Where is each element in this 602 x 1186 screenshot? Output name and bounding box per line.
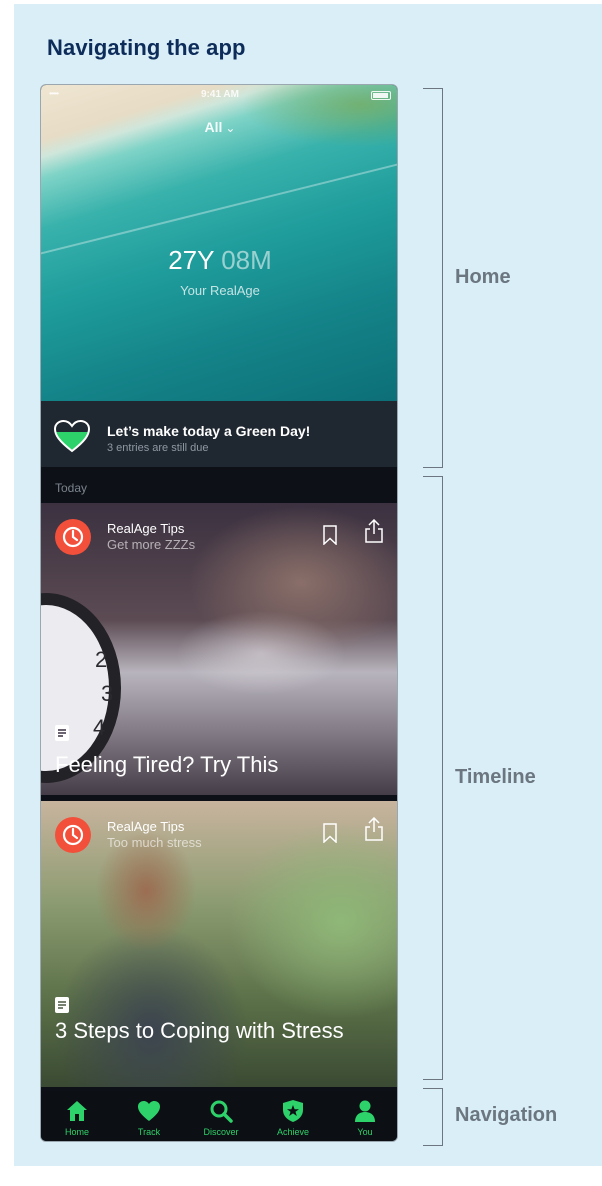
- real-age-hero[interactable]: ••••• 9:41 AM All ⌄ 27Y 08M Your RealAge: [41, 85, 397, 401]
- filter-dropdown[interactable]: All ⌄: [41, 119, 397, 135]
- tab-label: You: [357, 1127, 373, 1137]
- real-age-years: 27Y: [168, 245, 214, 275]
- article-icon: [55, 997, 69, 1013]
- tab-discover[interactable]: Discover: [185, 1091, 257, 1141]
- share-icon[interactable]: [364, 817, 384, 841]
- bookmark-icon[interactable]: [322, 525, 338, 545]
- timeline-section-label: Today: [55, 481, 88, 495]
- green-heart-icon: [53, 419, 91, 453]
- timeline-card[interactable]: 2 3 4 RealAge Tips Get more ZZZs Feeling…: [41, 503, 397, 795]
- timeline-annotation: Timeline: [455, 766, 536, 788]
- green-day-title: Let’s make today a Green Day!: [107, 423, 311, 439]
- navigation-annotation: Navigation: [455, 1104, 558, 1126]
- tab-label: Track: [137, 1127, 161, 1137]
- person-icon: [355, 1100, 375, 1122]
- clock-icon: [62, 526, 84, 548]
- realage-tips-badge: [55, 519, 91, 555]
- article-icon: [55, 725, 69, 741]
- tab-achieve[interactable]: Achieve: [257, 1091, 329, 1141]
- page-title: Navigating the app: [47, 35, 246, 60]
- filter-label: All: [204, 119, 223, 135]
- real-age-label: Your RealAge: [180, 283, 260, 298]
- card-subtitle: Get more ZZZs: [107, 537, 196, 552]
- home-annotation: Home: [455, 266, 511, 288]
- chevron-down-icon: ⌄: [225, 121, 236, 135]
- timeline-card[interactable]: RealAge Tips Too much stress 3 Steps to …: [41, 801, 397, 1087]
- heart-icon: [138, 1101, 160, 1121]
- green-day-subtitle: 3 entries are still due: [107, 442, 209, 454]
- bookmark-icon[interactable]: [322, 823, 338, 843]
- phone-screenshot: ••••• 9:41 AM All ⌄ 27Y 08M Your RealAge …: [40, 84, 398, 1142]
- battery-icon: [371, 91, 391, 100]
- tab-track[interactable]: Track: [113, 1091, 185, 1141]
- share-icon[interactable]: [364, 519, 384, 543]
- tab-label: Home: [64, 1127, 89, 1137]
- timeline-bracket: [423, 476, 443, 1080]
- realage-tips-badge: [55, 817, 91, 853]
- tab-label: Achieve: [276, 1127, 310, 1137]
- wave-line: [41, 154, 397, 258]
- tab-home[interactable]: Home: [41, 1091, 113, 1141]
- card-headline[interactable]: 3 Steps to Coping with Stress: [55, 1017, 385, 1045]
- status-time: 9:41 AM: [201, 89, 239, 100]
- tab-you[interactable]: You: [329, 1091, 397, 1141]
- card-headline[interactable]: Feeling Tired? Try This: [55, 751, 385, 779]
- real-age-months: 08M: [221, 245, 272, 275]
- card-source: RealAge Tips: [107, 521, 185, 536]
- home-icon: [67, 1101, 87, 1121]
- card-source: RealAge Tips: [107, 819, 185, 834]
- card-subtitle: Too much stress: [107, 835, 202, 850]
- navigation-bracket: [423, 1088, 443, 1146]
- home-bracket: [423, 88, 443, 468]
- status-bar: ••••• 9:41 AM: [41, 89, 397, 103]
- tab-bar: Home Track Discover Achieve You: [41, 1091, 397, 1141]
- tab-label: Discover: [203, 1127, 239, 1137]
- search-icon: [210, 1100, 233, 1123]
- shield-star-icon: [283, 1100, 303, 1122]
- green-day-banner[interactable]: Let’s make today a Green Day! 3 entries …: [41, 401, 397, 467]
- clock-icon: [62, 824, 84, 846]
- real-age-value: 27Y 08M: [41, 245, 397, 276]
